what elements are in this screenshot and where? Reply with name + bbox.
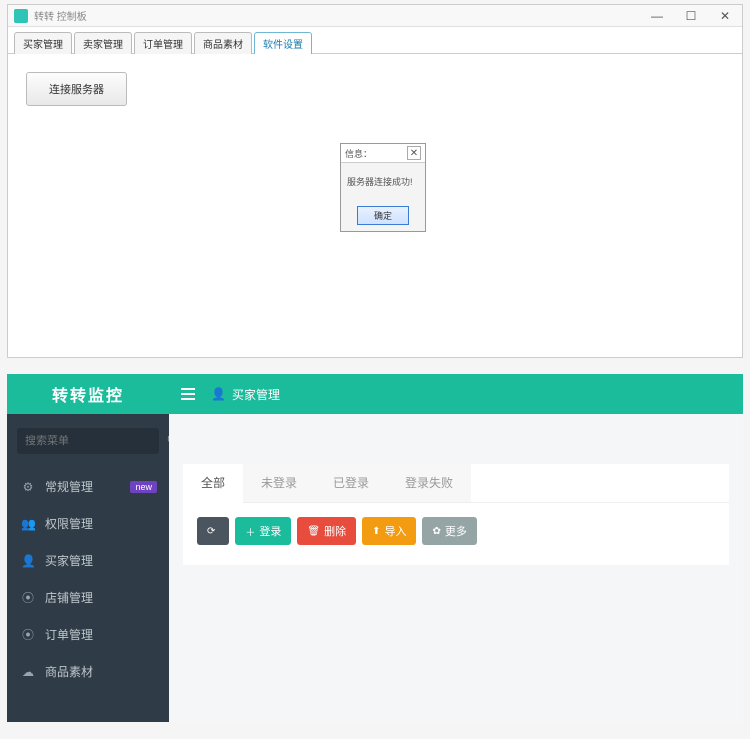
- filter-tab-all[interactable]: 全部: [183, 464, 243, 503]
- cloud-icon: ☁: [21, 665, 35, 679]
- header-right: 👤 买家管理: [169, 374, 743, 414]
- window-controls: — ☐ ✕: [640, 5, 742, 27]
- upload-icon: ⬆: [372, 526, 380, 537]
- gear-icon: ✿: [432, 526, 440, 537]
- maximize-button[interactable]: ☐: [674, 5, 708, 27]
- top-header: 转转监控 👤 买家管理: [7, 374, 743, 414]
- filter-tab-login-fail[interactable]: 登录失败: [387, 464, 471, 502]
- sidebar-item-label: 商品素材: [45, 663, 93, 680]
- sidebar-item-label: 买家管理: [45, 552, 93, 569]
- brand-title: 转转监控: [7, 374, 169, 414]
- tab-product-assets[interactable]: 商品素材: [194, 32, 252, 54]
- sidebar-item-assets[interactable]: ☁ 商品素材: [7, 653, 169, 690]
- minimize-button[interactable]: —: [640, 5, 674, 27]
- more-button[interactable]: ✿ 更多: [422, 517, 476, 545]
- breadcrumb-label: 买家管理: [232, 386, 280, 403]
- window-content: 连接服务器: [8, 54, 742, 124]
- sidebar: 🔍 ⚙ 常规管理 new 👥 权限管理 👤 买家管理 ⦿: [7, 414, 169, 722]
- desktop-window: 转转 控制板 — ☐ ✕ 买家管理 卖家管理 订单管理 商品素材 软件设置 连接…: [7, 4, 743, 358]
- main-content: 全部 未登录 已登录 登录失败 ⟳ ＋ 登录 🗑: [169, 414, 743, 722]
- more-label: 更多: [445, 523, 467, 539]
- action-toolbar: ⟳ ＋ 登录 🗑 删除 ⬆ 导入: [183, 503, 729, 545]
- close-button[interactable]: ✕: [708, 5, 742, 27]
- tab-software-settings[interactable]: 软件设置: [254, 32, 312, 54]
- refresh-button[interactable]: ⟳: [197, 517, 229, 545]
- user-icon: 👤: [21, 554, 35, 568]
- filter-tab-logged[interactable]: 已登录: [315, 464, 387, 502]
- user-icon: 👤: [211, 387, 226, 401]
- circle-icon: ⦿: [21, 589, 35, 606]
- app-logo-icon: [14, 9, 28, 23]
- sidebar-item-buyer[interactable]: 👤 买家管理: [7, 542, 169, 579]
- import-label: 导入: [384, 523, 406, 539]
- login-label: 登录: [259, 523, 281, 539]
- dialog-title: 信息：: [345, 147, 372, 160]
- login-button[interactable]: ＋ 登录: [235, 517, 291, 545]
- tab-seller-manage[interactable]: 卖家管理: [74, 32, 132, 54]
- gear-icon: ⚙: [21, 480, 35, 494]
- tab-buyer-manage[interactable]: 买家管理: [14, 32, 72, 54]
- window-titlebar: 转转 控制板 — ☐ ✕: [8, 5, 742, 27]
- sidebar-item-label: 订单管理: [45, 626, 93, 643]
- sidebar-item-general[interactable]: ⚙ 常规管理 new: [7, 468, 169, 505]
- top-tabs: 买家管理 卖家管理 订单管理 商品素材 软件设置: [8, 27, 742, 54]
- window-title: 转转 控制板: [34, 8, 87, 23]
- info-dialog: 信息： ✕ 服务器连接成功! 确定: [340, 143, 426, 232]
- dialog-footer: 确定: [341, 202, 425, 231]
- dialog-ok-button[interactable]: 确定: [357, 206, 409, 225]
- sidebar-item-store[interactable]: ⦿ 店铺管理: [7, 579, 169, 616]
- web-panel: 转转监控 👤 买家管理 🔍 ⚙ 常规管理 new: [7, 374, 743, 722]
- trash-icon: 🗑: [307, 526, 320, 537]
- breadcrumb: 👤 买家管理: [211, 386, 280, 403]
- filter-tab-not-logged[interactable]: 未登录: [243, 464, 315, 502]
- sidebar-item-order[interactable]: ⦿ 订单管理: [7, 616, 169, 653]
- dialog-close-button[interactable]: ✕: [407, 146, 421, 160]
- sidebar-item-label: 权限管理: [45, 515, 93, 532]
- plus-icon: ＋: [245, 524, 255, 539]
- search-input[interactable]: [25, 435, 167, 447]
- tab-order-manage[interactable]: 订单管理: [134, 32, 192, 54]
- sidebar-search[interactable]: 🔍: [17, 428, 159, 454]
- menu-toggle-icon[interactable]: [181, 388, 195, 400]
- sidebar-search-wrap: 🔍: [7, 414, 169, 468]
- delete-button[interactable]: 🗑 删除: [297, 517, 356, 545]
- users-icon: 👥: [21, 517, 35, 531]
- sidebar-item-permission[interactable]: 👥 权限管理: [7, 505, 169, 542]
- new-badge: new: [130, 481, 157, 493]
- dialog-titlebar: 信息： ✕: [341, 144, 425, 163]
- delete-label: 删除: [324, 523, 346, 539]
- refresh-icon: ⟳: [207, 526, 215, 537]
- web-body: 🔍 ⚙ 常规管理 new 👥 权限管理 👤 买家管理 ⦿: [7, 414, 743, 722]
- content-card: 全部 未登录 已登录 登录失败 ⟳ ＋ 登录 🗑: [183, 464, 729, 565]
- sidebar-item-label: 店铺管理: [45, 589, 93, 606]
- import-button[interactable]: ⬆ 导入: [362, 517, 416, 545]
- filter-tabs: 全部 未登录 已登录 登录失败: [183, 464, 729, 503]
- connect-server-button[interactable]: 连接服务器: [26, 72, 127, 106]
- sidebar-menu: ⚙ 常规管理 new 👥 权限管理 👤 买家管理 ⦿ 店铺管理 ⦿: [7, 468, 169, 690]
- dialog-message: 服务器连接成功!: [341, 163, 425, 202]
- circle-icon: ⦿: [21, 626, 35, 643]
- sidebar-item-label: 常规管理: [45, 478, 93, 495]
